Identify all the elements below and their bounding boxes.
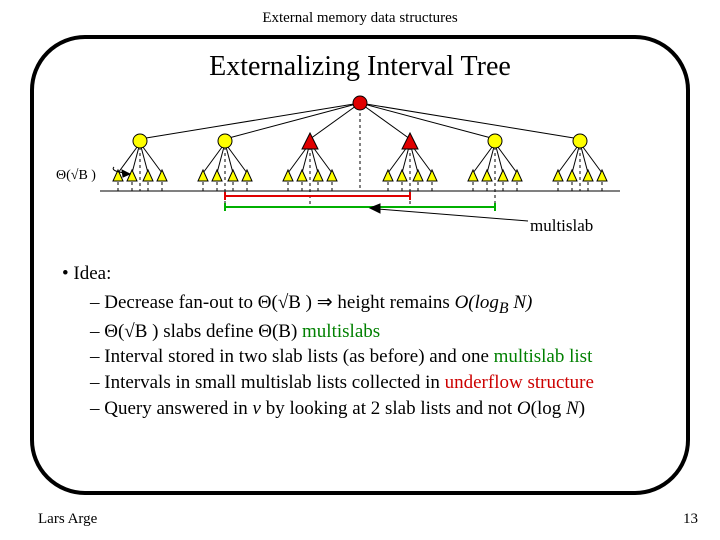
subbullet-3: – Interval stored in two slab lists (as … [90,344,658,370]
bullet-idea: • Idea: [62,261,658,287]
b1-formula-2b: B [499,299,509,316]
multislab-label: multislab [530,216,593,236]
b5-text-a: Query answered in [104,398,252,419]
subbullet-1: – Decrease fan-out to Θ(√B ) ⇒ height re… [90,290,658,319]
slide-title: Externalizing Interval Tree [34,51,686,83]
b3-text-b: multislab list [494,346,593,367]
b4-text-a: Intervals in small multislab lists colle… [104,372,444,393]
b2-formula-1: Θ(√B ) [104,321,158,342]
slide-frame: Externalizing Interval Tree Θ(√B ) [30,35,690,495]
idea-text: Idea: [73,263,111,284]
b1-text-b: height remains [337,292,454,313]
b1-formula-2c: N) [509,292,533,313]
b5-v: v [253,398,261,419]
b4-text-b: underflow structure [445,372,594,393]
b2-text-b: multislabs [297,321,380,342]
b1-arrow: ⇒ [312,292,337,313]
b5-text-d: (log [531,398,566,419]
b2-formula-2: Θ(B) [258,321,297,342]
b5-text-f: ) [579,398,585,419]
b5-text-b: by looking at 2 slab lists and not [261,398,517,419]
b1-formula-1: Θ(√B ) [258,292,312,313]
subbullet-4: – Intervals in small multislab lists col… [90,370,658,396]
b2-text-a: slabs define [158,321,258,342]
b1-text-a: Decrease fan-out to [104,292,258,313]
content-block: • Idea: – Decrease fan-out to Θ(√B ) ⇒ h… [62,261,658,421]
b1-formula-2a: O(log [455,292,499,313]
tree-diagram: Θ(√B ) [50,91,670,231]
subbullet-2: – Θ(√B ) slabs define Θ(B) multislabs [90,319,658,345]
slide-header: External memory data structures [0,0,720,32]
b5-O: O [517,398,531,419]
footer-page-number: 13 [683,511,698,528]
b3-text-a: Interval stored in two slab lists (as be… [104,346,493,367]
subbullet-5: – Query answered in v by looking at 2 sl… [90,396,658,422]
footer-author: Lars Arge [38,511,97,528]
b5-N: N [566,398,579,419]
